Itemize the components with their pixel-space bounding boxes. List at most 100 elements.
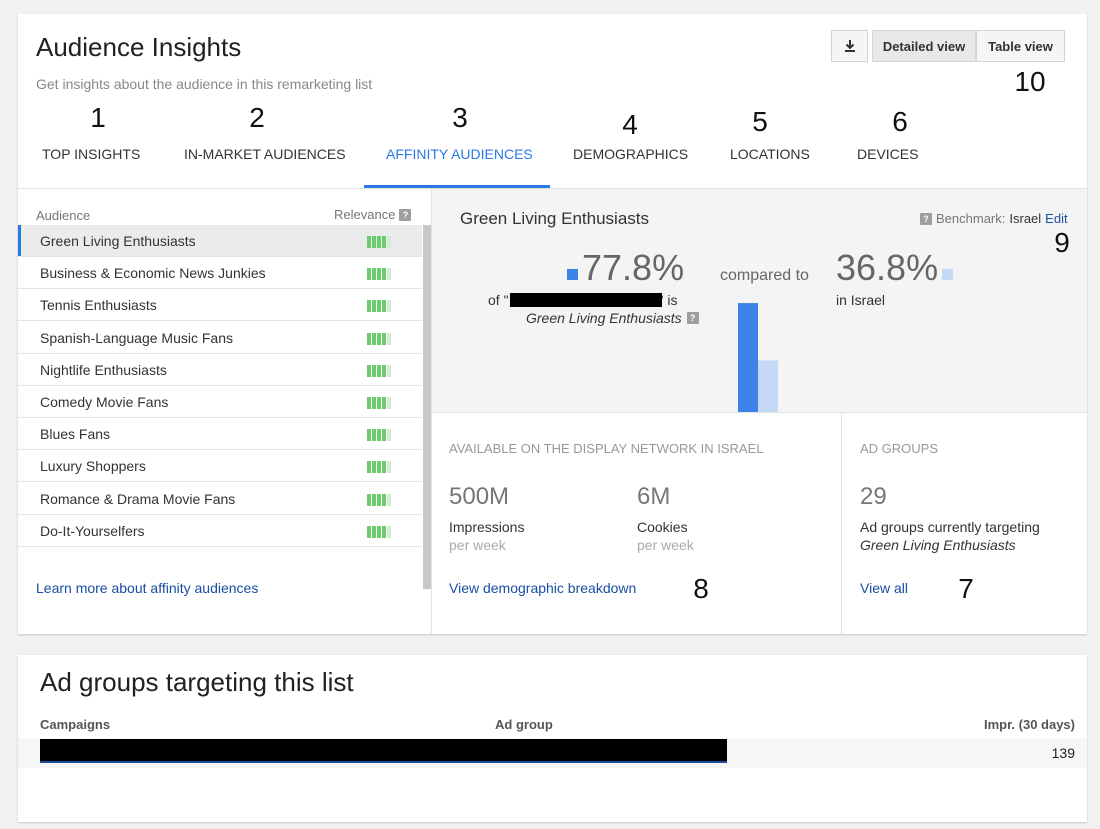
callout-number: 2 (249, 102, 265, 133)
list-item[interactable]: Tennis Enthusiasts (18, 289, 422, 322)
tab-devices[interactable]: DEVICES (857, 146, 918, 162)
tab-demographics[interactable]: DEMOGRAPHICS (573, 146, 688, 162)
relevance-bar (372, 364, 376, 377)
relevance-bar (387, 268, 391, 281)
list-item[interactable]: Romance & Drama Movie Fans (18, 483, 422, 515)
relevance-meter (367, 397, 391, 409)
relevance-bar (382, 429, 386, 442)
view-all-link[interactable]: View all (860, 580, 908, 596)
table-view-button[interactable]: Table view (976, 30, 1065, 62)
relevance-meter (367, 493, 391, 506)
audience-name: Romance & Drama Movie Fans (40, 490, 236, 507)
ad-groups-count: 29 (860, 483, 887, 510)
comparison-bar-chart (738, 303, 778, 412)
campaigns-column-header: Campaigns (40, 717, 111, 732)
relevance-bar (377, 525, 381, 538)
relevance-bar (367, 493, 371, 506)
audience-name: Do-It-Yourselfers (40, 522, 145, 539)
list-item[interactable]: Do-It-Yourselfers (18, 515, 422, 547)
relevance-bar (387, 300, 391, 313)
relevance-bar (382, 364, 386, 377)
help-icon[interactable]: ? (686, 312, 699, 324)
comparison-panel: Green Living Enthusiasts ? Benchmark: Is… (432, 189, 1087, 412)
tab-locations[interactable]: LOCATIONS (730, 146, 810, 162)
relevance-bar (387, 397, 391, 409)
relevance-meter (367, 268, 391, 281)
relevance-bar (372, 332, 376, 345)
cookies-label: Cookies (637, 519, 688, 535)
list-audience-label: Green Living Enthusiasts (526, 310, 682, 326)
benchmark-percentage-value: 36.8% (836, 247, 939, 288)
list-item[interactable]: Comedy Movie Fans (18, 386, 422, 418)
row-link-underline (40, 761, 727, 763)
relevance-bar (382, 525, 386, 538)
audience-insights-card: Audience Insights Get insights about the… (18, 14, 1087, 634)
relevance-bar (372, 493, 376, 506)
list-item[interactable]: Luxury Shoppers (18, 450, 422, 483)
impressions-sub: per week (449, 537, 506, 553)
audience-name: Comedy Movie Fans (40, 394, 169, 410)
page-title: Audience Insights (36, 32, 242, 62)
audience-name: Blues Fans (40, 426, 111, 443)
benchmark-label: Benchmark: (936, 211, 1006, 226)
help-icon[interactable]: ? (399, 208, 412, 221)
benchmark-row: ? Benchmark: Israel Edit (920, 211, 1068, 226)
list-item[interactable]: Green Living Enthusiasts (18, 225, 422, 257)
relevance-meter (367, 364, 391, 377)
relevance-bar (367, 332, 371, 345)
impressions-value: 500M (449, 483, 510, 510)
cookies-sub: per week (637, 537, 694, 553)
relevance-bar (372, 300, 376, 313)
of-prefix: of " (488, 292, 509, 308)
relevance-meter (367, 429, 391, 442)
relevance-bar (382, 300, 386, 313)
ad-groups-panel: AD GROUPS 29 Ad groups currently targeti… (842, 413, 1087, 634)
table-row[interactable]: 139 (18, 738, 1087, 768)
cookies-value: 6M (637, 483, 671, 510)
list-item[interactable]: Spanish-Language Music Fans (18, 322, 422, 354)
relevance-bar (387, 525, 391, 538)
list-item[interactable]: Blues Fans (18, 418, 422, 451)
demographic-breakdown-link[interactable]: View demographic breakdown (449, 580, 636, 596)
relevance-bar (382, 493, 386, 506)
display-network-panel: AVAILABLE ON THE DISPLAY NETWORK IN ISRA… (432, 413, 841, 634)
relevance-bar (387, 493, 391, 506)
list-item[interactable]: Business & Economic News Junkies (18, 257, 422, 290)
download-button[interactable] (831, 30, 868, 62)
ad-groups-table-card: Ad groups targeting this list Campaigns … (18, 655, 1087, 822)
relevance-meter (367, 332, 391, 345)
help-icon[interactable]: ? (920, 212, 932, 225)
audience-list-scrollbar[interactable] (423, 225, 431, 589)
relevance-bar (372, 461, 376, 474)
tab-in-market-audiences[interactable]: IN-MARKET AUDIENCES (184, 146, 346, 162)
learn-more-link[interactable]: Learn more about affinity audiences (36, 580, 258, 596)
callout-number: 4 (622, 109, 638, 140)
benchmark-edit-link[interactable]: Edit (1045, 211, 1067, 226)
callout-number: 3 (452, 102, 468, 133)
audience-list: Green Living Enthusiasts Business & Econo… (18, 225, 422, 555)
audience-name: Nightlife Enthusiasts (40, 361, 167, 378)
relevance-bar (377, 397, 381, 409)
impressions-label: Impressions (449, 519, 525, 535)
redacted-row-content (40, 739, 727, 761)
relevance-bar (387, 461, 391, 474)
list-percentage-value: 77.8% (582, 247, 685, 288)
list-item[interactable]: Nightlife Enthusiasts (18, 354, 422, 386)
tab-top-insights[interactable]: TOP INSIGHTS (42, 146, 140, 162)
detailed-view-button[interactable]: Detailed view (872, 30, 976, 62)
selected-audience-title: Green Living Enthusiasts (460, 209, 649, 228)
callout-number: 10 (1014, 66, 1046, 97)
relevance-bar (367, 236, 371, 248)
audience-column-header: Audience (36, 208, 91, 223)
relevance-bar (382, 268, 386, 281)
relevance-bar (367, 268, 371, 281)
bar-list (738, 303, 758, 412)
relevance-bar (367, 429, 371, 442)
relevance-bar (372, 236, 376, 248)
relevance-bar (387, 332, 391, 345)
relevance-bar (372, 268, 376, 281)
relevance-bar (377, 461, 381, 474)
relevance-bar (382, 332, 386, 345)
relevance-bar (372, 397, 376, 409)
tab-affinity-audiences[interactable]: AFFINITY AUDIENCES (386, 146, 533, 162)
